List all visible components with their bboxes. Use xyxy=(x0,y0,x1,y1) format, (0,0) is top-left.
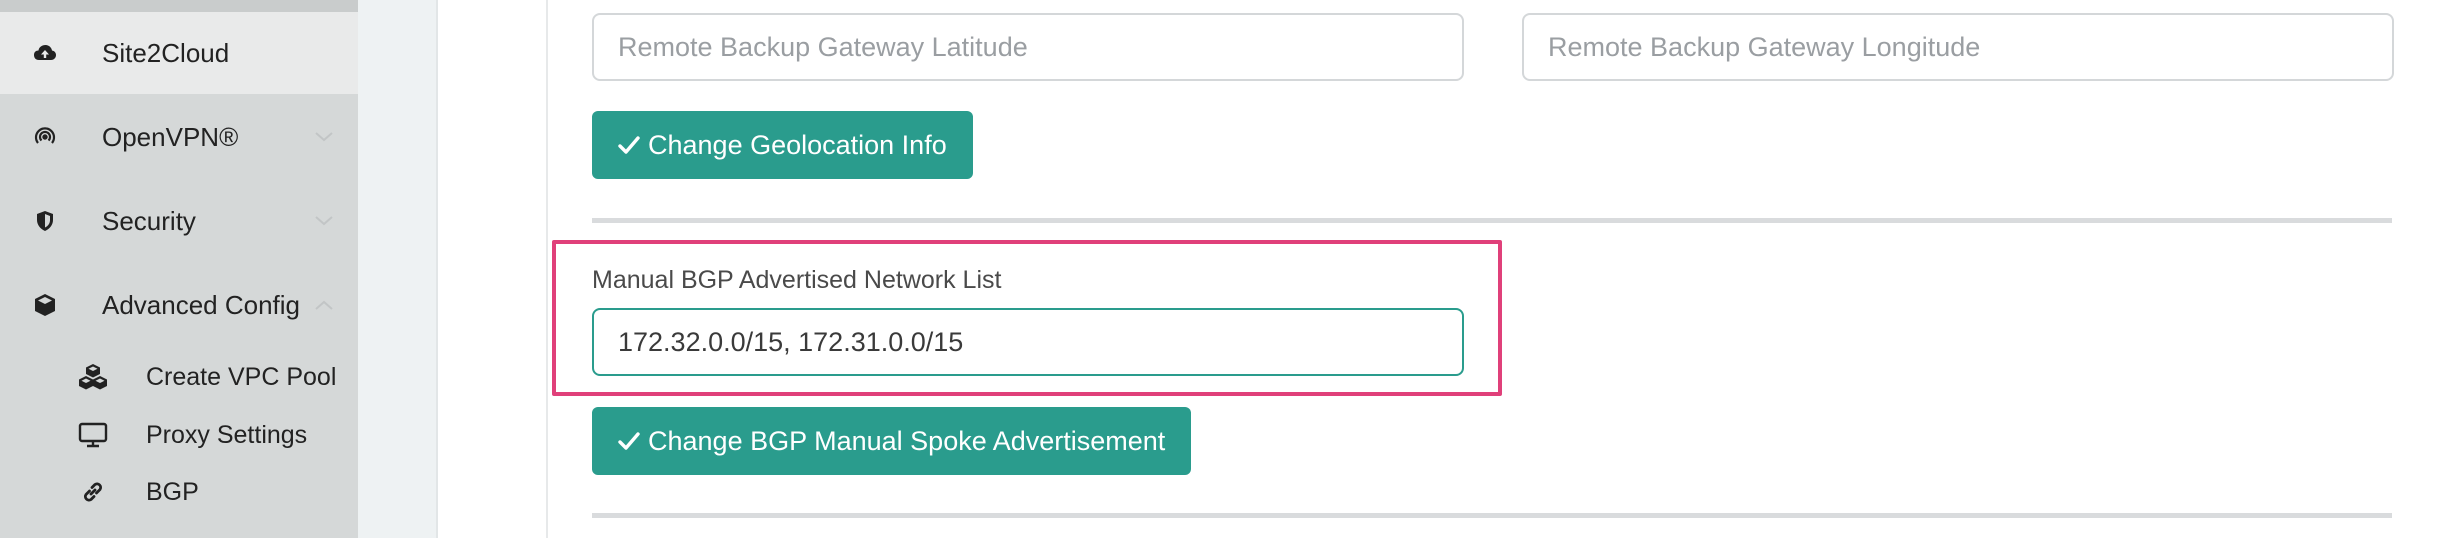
check-icon xyxy=(618,431,640,451)
change-geolocation-button[interactable]: Change Geolocation Info xyxy=(592,111,973,179)
sidebar-item-site2cloud[interactable]: Site2Cloud xyxy=(0,12,358,94)
panel-border xyxy=(546,0,548,538)
chevron-down-icon[interactable] xyxy=(312,209,336,233)
monitor-icon xyxy=(76,420,110,450)
button-label: Change Geolocation Info xyxy=(648,129,947,160)
sidebar-item-label: BGP xyxy=(146,477,199,506)
check-icon xyxy=(618,135,640,155)
sidebar-subitem-proxy-settings[interactable]: Proxy Settings xyxy=(0,407,358,463)
bgp-network-list-label: Manual BGP Advertised Network List xyxy=(592,266,1002,294)
content-gutter xyxy=(358,0,438,538)
sidebar-item-label: Security xyxy=(102,205,196,236)
change-bgp-advertisement-button[interactable]: Change BGP Manual Spoke Advertisement xyxy=(592,407,1192,475)
sidebar-item-label: OpenVPN® xyxy=(102,121,239,152)
cube-icon xyxy=(32,292,58,318)
chevron-up-icon[interactable] xyxy=(312,293,336,317)
sidebar-item-advanced-config[interactable]: Advanced Config xyxy=(0,264,358,346)
sidebar-subitem-create-vpc-pool[interactable]: Create VPC Pool xyxy=(0,349,358,405)
sidebar-item-label: Proxy Settings xyxy=(146,420,308,449)
sidebar-item-security[interactable]: Security xyxy=(0,180,358,262)
cloud-upload-icon xyxy=(32,40,58,66)
longitude-input[interactable] xyxy=(1522,13,2394,81)
sidebar-subitem-bgp[interactable]: BGP xyxy=(0,464,358,520)
chevron-down-icon[interactable] xyxy=(312,125,336,149)
section-divider xyxy=(592,218,2392,223)
link-icon xyxy=(76,477,110,507)
sidebar-item-label: Create VPC Pool xyxy=(146,362,337,391)
sidebar: Site2Cloud OpenVPN® Security Advanced Co… xyxy=(0,0,358,538)
cubes-icon xyxy=(76,362,110,392)
shield-icon xyxy=(32,208,58,234)
latitude-input[interactable] xyxy=(592,13,1464,81)
bgp-network-list-input[interactable] xyxy=(592,308,1464,376)
sidebar-top-edge xyxy=(0,0,358,12)
wireless-signal-icon xyxy=(32,124,58,150)
button-label: Change BGP Manual Spoke Advertisement xyxy=(648,425,1166,456)
sidebar-item-label: Advanced Config xyxy=(102,289,301,320)
sidebar-item-label: Site2Cloud xyxy=(102,37,230,68)
sidebar-item-openvpn[interactable]: OpenVPN® xyxy=(0,96,358,178)
section-divider xyxy=(592,513,2392,518)
